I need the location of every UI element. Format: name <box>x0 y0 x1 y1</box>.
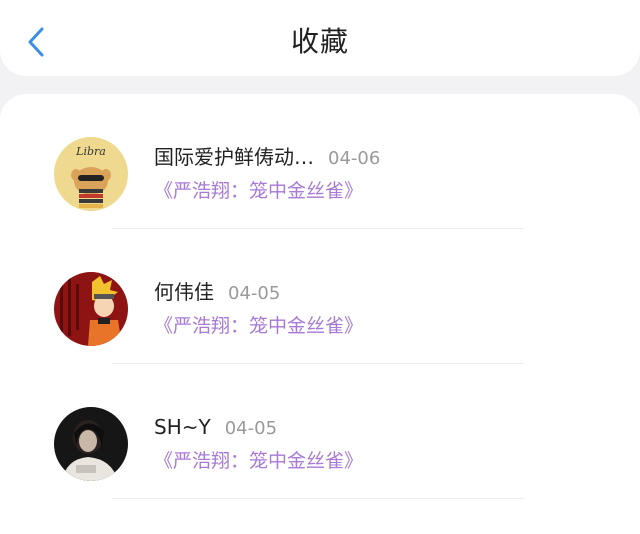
date-label: 04-05 <box>224 418 278 439</box>
date-label: 04-05 <box>228 283 281 304</box>
work-title[interactable]: 《严浩翔：笼中金丝雀》 <box>154 177 363 205</box>
libra-avatar-image: Libra <box>54 137 128 211</box>
list-item[interactable]: 何伟佳 04-05 《严浩翔：笼中金丝雀》 <box>0 229 640 363</box>
portrait-avatar-image <box>54 407 128 481</box>
divider <box>112 498 524 499</box>
portrait-photo-avatar[interactable] <box>54 407 128 481</box>
favorites-list: Libra 国际爱护鲜俦动… 04-06 《严浩翔：笼中金丝雀》 何伟佳 04-… <box>0 94 640 534</box>
name-line: 国际爱护鲜俦动… 04-06 <box>154 142 380 172</box>
user-name: 国际爱护鲜俦动… <box>154 145 314 169</box>
list-item[interactable]: SH~Y 04-05 《严浩翔：笼中金丝雀》 <box>0 364 640 498</box>
back-button[interactable] <box>18 22 54 62</box>
chevron-left-icon <box>28 27 44 57</box>
list-item[interactable]: Libra 国际爱护鲜俦动… 04-06 《严浩翔：笼中金丝雀》 <box>0 94 640 228</box>
anime-ninja-avatar[interactable] <box>54 272 128 346</box>
logo-lettering: Libra <box>75 145 106 158</box>
header-bar: 收藏 <box>0 0 640 76</box>
libra-cartoon-avatar[interactable]: Libra <box>54 137 128 211</box>
name-line: 何伟佳 04-05 <box>154 277 280 307</box>
ninja-avatar-image <box>54 272 128 346</box>
user-name: SH~Y <box>154 415 211 439</box>
work-title[interactable]: 《严浩翔：笼中金丝雀》 <box>154 447 363 475</box>
work-title[interactable]: 《严浩翔：笼中金丝雀》 <box>154 312 363 340</box>
page-title: 收藏 <box>290 25 349 58</box>
user-name: 何伟佳 <box>154 280 214 304</box>
date-label: 04-06 <box>328 148 381 169</box>
name-line: SH~Y 04-05 <box>154 412 277 442</box>
